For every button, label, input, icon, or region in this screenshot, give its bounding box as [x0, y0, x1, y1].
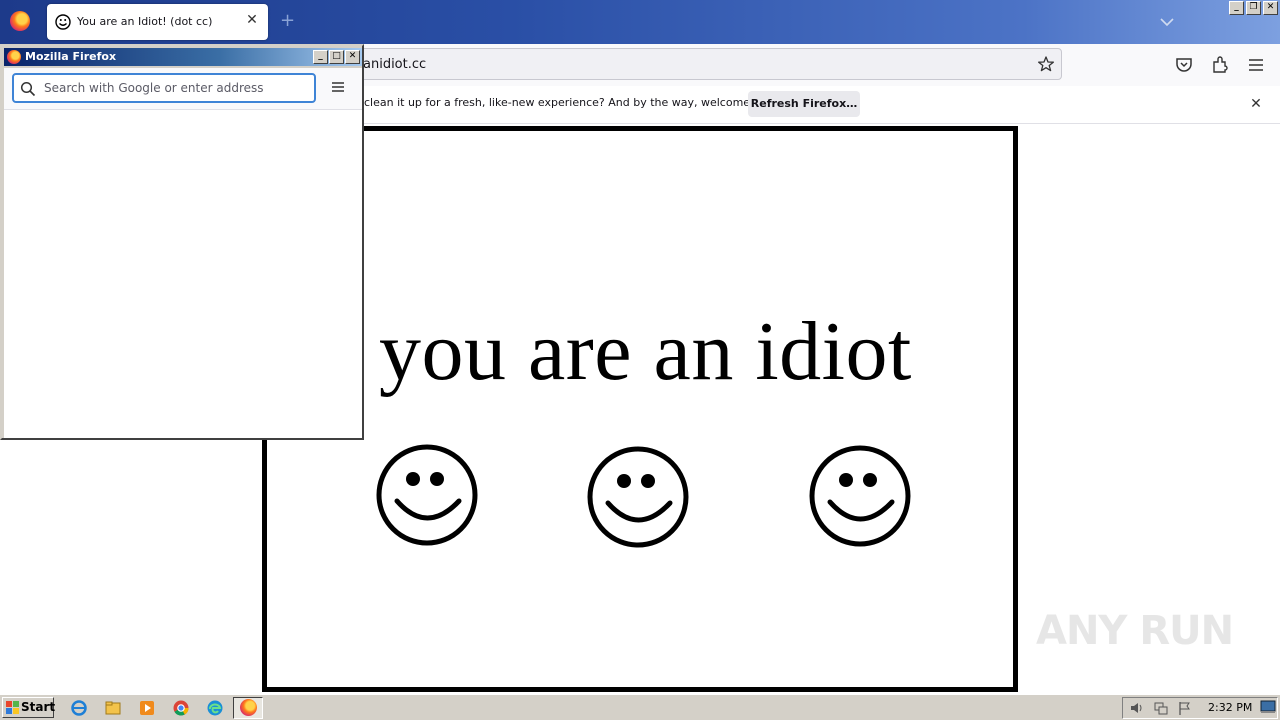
- system-tray: [1122, 697, 1278, 719]
- file-explorer-icon[interactable]: [104, 699, 122, 717]
- notification-message: clean it up for a fresh, like-new experi…: [364, 96, 785, 109]
- smiley-favicon-icon: [55, 14, 71, 30]
- popup-window-controls: _ □ ✕: [313, 50, 360, 64]
- idiot-frame[interactable]: you are an idiot: [262, 126, 1018, 692]
- edge-icon[interactable]: [206, 699, 224, 717]
- popup-content: Search with Google or enter address: [4, 68, 362, 438]
- tab-you-are-an-idiot[interactable]: You are an Idiot! (dot cc) ✕: [47, 4, 268, 40]
- extensions-icon[interactable]: [1210, 55, 1230, 75]
- taskbar-firefox-button[interactable]: [233, 697, 263, 719]
- search-icon: [20, 81, 36, 97]
- start-label: Start: [21, 700, 56, 714]
- close-button[interactable]: ✕: [345, 50, 360, 64]
- popup-page-body: [4, 109, 362, 438]
- refresh-firefox-button[interactable]: Refresh Firefox…: [748, 91, 860, 117]
- windows-flag-icon: [6, 701, 19, 714]
- tab-close-icon[interactable]: ✕: [244, 12, 260, 28]
- popup-titlebar[interactable]: Mozilla Firefox _ □ ✕: [4, 48, 362, 66]
- network-icon[interactable]: [1153, 700, 1169, 716]
- address-bar[interactable]: anidiot.cc: [344, 48, 1062, 80]
- internet-explorer-icon[interactable]: [70, 699, 88, 717]
- volume-icon[interactable]: [1129, 700, 1145, 716]
- firefox-icon[interactable]: [10, 11, 30, 31]
- maximize-button[interactable]: □: [329, 50, 344, 64]
- start-button[interactable]: Start: [2, 697, 56, 718]
- popup-title: Mozilla Firefox: [25, 50, 117, 63]
- firefox-icon: [240, 699, 257, 716]
- action-center-flag-icon[interactable]: [1177, 700, 1193, 716]
- notification-close-icon[interactable]: ✕: [1248, 96, 1264, 112]
- media-player-icon[interactable]: [138, 699, 156, 717]
- chrome-icon[interactable]: [172, 699, 190, 717]
- restore-button[interactable]: ❐: [1246, 1, 1261, 15]
- minimize-button[interactable]: _: [1229, 1, 1244, 15]
- minimize-button[interactable]: _: [313, 50, 328, 64]
- taskbar-clock[interactable]: 2:32 PM: [1208, 701, 1252, 714]
- tab-title: You are an Idiot! (dot cc): [77, 15, 213, 28]
- app-menu-icon[interactable]: [1246, 55, 1266, 75]
- url-text[interactable]: anidiot.cc: [363, 57, 426, 72]
- smiley-face-icon: [809, 445, 911, 547]
- firefox-icon: [7, 50, 21, 64]
- close-button[interactable]: ✕: [1263, 1, 1278, 15]
- app-menu-icon[interactable]: [330, 79, 346, 95]
- popup-window: Mozilla Firefox _ □ ✕ Search with Google…: [0, 44, 364, 440]
- headline: you are an idiot: [379, 305, 912, 398]
- list-all-tabs-icon[interactable]: [1158, 13, 1176, 31]
- taskbar: Start 2:32 PM: [0, 694, 1280, 720]
- browser-titlebar: You are an Idiot! (dot cc) ✕ + _ ❐ ✕: [0, 0, 1280, 44]
- show-desktop-icon[interactable]: [1260, 700, 1276, 714]
- smiley-face-icon: [587, 446, 689, 548]
- bookmark-star-icon[interactable]: [1037, 55, 1055, 73]
- smiley-face-icon: [376, 444, 478, 546]
- popup-search-input[interactable]: Search with Google or enter address: [12, 73, 316, 103]
- search-placeholder: Search with Google or enter address: [44, 81, 264, 95]
- pocket-icon[interactable]: [1174, 55, 1194, 75]
- anyrun-watermark: ANY RUN: [1036, 608, 1234, 654]
- new-tab-icon[interactable]: +: [280, 11, 295, 31]
- window-controls: _ ❐ ✕: [1229, 1, 1278, 15]
